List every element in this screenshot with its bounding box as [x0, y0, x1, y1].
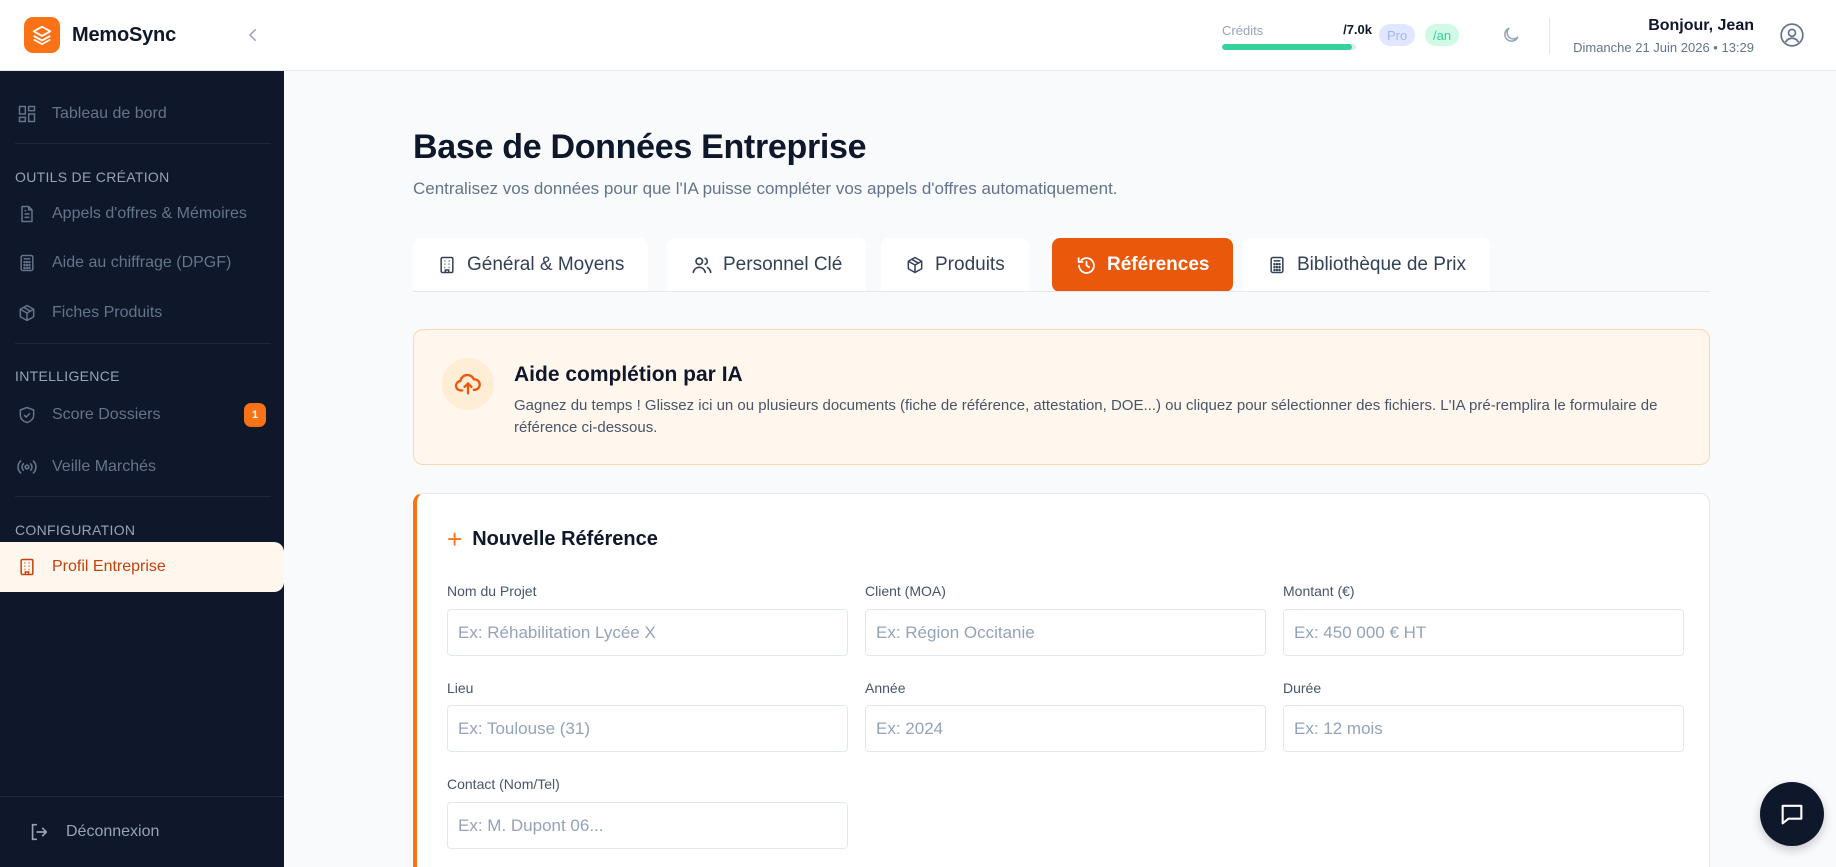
sidebar-item-label: Score Dossiers	[52, 406, 161, 423]
section-label-intelligence: INTELLIGENCE	[15, 368, 120, 384]
sidebar-divider	[15, 496, 271, 497]
contact-input[interactable]	[447, 802, 848, 849]
duration-label: Durée	[1283, 680, 1322, 696]
user-greeting: Bonjour, Jean Dimanche 21 Juin 2026 • 13…	[1573, 17, 1754, 55]
sidebar-divider	[15, 343, 271, 344]
new-reference-form: + Nouvelle Référence Nom du Projet Clien…	[413, 493, 1710, 867]
topbar: Crédits /7.0k Pro /an Bonjour, Jean Dima…	[284, 0, 1836, 71]
box-icon	[16, 302, 38, 324]
tab-label: Personnel Clé	[723, 253, 843, 275]
project-name-label: Nom du Projet	[447, 583, 537, 599]
plus-icon: +	[447, 524, 463, 554]
user-avatar-icon[interactable]	[1778, 21, 1806, 49]
client-label: Client (MOA)	[865, 583, 946, 599]
collapse-sidebar-chevron-left-icon[interactable]	[240, 22, 266, 48]
tab-references[interactable]: Références	[1052, 238, 1234, 292]
brand-header: MemoSync	[0, 0, 284, 71]
amount-input[interactable]	[1283, 609, 1684, 656]
greeting-name: Bonjour, Jean	[1648, 17, 1754, 34]
logout-button[interactable]: Déconnexion	[0, 796, 284, 867]
location-label: Lieu	[447, 680, 474, 696]
shield-check-icon	[16, 404, 38, 426]
duration-input[interactable]	[1283, 705, 1684, 752]
sidebar-item-label: Veille Marchés	[52, 458, 157, 475]
current-date: Dimanche 21 Juin 2026 • 13:29	[1573, 40, 1754, 55]
notification-badge: 1	[244, 403, 266, 427]
tab-produits[interactable]: Produits	[881, 238, 1029, 291]
sidebar-item-label: Appels d'offres & Mémoires	[52, 205, 247, 222]
history-icon	[1076, 255, 1097, 276]
users-icon	[691, 254, 713, 276]
cloud-upload-icon	[442, 358, 494, 410]
credits-meter: Crédits /7.0k	[1222, 22, 1372, 50]
page-subtitle: Centralisez vos données pour que l'IA pu…	[413, 179, 1118, 198]
sidebar-item-score-dossiers[interactable]: Score Dossiers 1	[0, 392, 284, 438]
year-label: Année	[865, 680, 906, 696]
form-header: + Nouvelle Référence	[447, 526, 658, 552]
year-input[interactable]	[865, 705, 1266, 752]
sidebar-item-label: Aide au chiffrage (DPGF)	[52, 254, 232, 271]
tab-label: Bibliothèque de Prix	[1297, 253, 1466, 275]
sidebar-item-label: Profil Entreprise	[52, 558, 166, 575]
sidebar-item-chiffrage[interactable]: Aide au chiffrage (DPGF)	[0, 240, 284, 286]
tab-general-moyens[interactable]: Général & Moyens	[413, 238, 649, 291]
calculator-icon	[1267, 255, 1287, 275]
contact-label: Contact (Nom/Tel)	[447, 776, 560, 792]
tabs-divider	[413, 291, 1710, 292]
sidebar-item-label: Tableau de bord	[52, 105, 167, 122]
sidebar-item-appels-offres[interactable]: Appels d'offres & Mémoires	[0, 191, 284, 237]
ai-help-description: Gagnez du temps ! Glissez ici un ou plus…	[514, 397, 1658, 436]
sidebar-divider	[15, 143, 271, 144]
calculator-icon	[16, 252, 38, 274]
sidebar: MemoSync Tableau de bord OUTILS DE CRÉAT…	[0, 0, 284, 867]
dark-mode-moon-icon[interactable]	[1498, 22, 1524, 48]
logout-label: Déconnexion	[66, 823, 160, 840]
tab-personnel-cle[interactable]: Personnel Clé	[667, 238, 867, 291]
plan-period-badge: /an	[1425, 24, 1460, 46]
memosync-logo-icon[interactable]	[24, 17, 60, 53]
broadcast-icon	[16, 456, 38, 478]
tab-label: Références	[1107, 254, 1210, 275]
credits-progress-track	[1222, 44, 1356, 50]
brand-name[interactable]: MemoSync	[72, 24, 176, 47]
logout-icon	[28, 821, 50, 843]
topbar-separator	[1549, 18, 1550, 54]
credits-progress-fill	[1222, 44, 1352, 50]
tab-label: Général & Moyens	[467, 253, 625, 275]
tab-bibliotheque-prix[interactable]: Bibliothèque de Prix	[1243, 238, 1490, 291]
dashboard-grid-icon	[16, 103, 38, 125]
sidebar-item-label: Fiches Produits	[52, 304, 163, 321]
sidebar-item-profil-entreprise[interactable]: Profil Entreprise	[0, 542, 284, 592]
ai-help-title: Aide complétion par IA	[514, 363, 743, 386]
location-input[interactable]	[447, 705, 848, 752]
tab-label: Produits	[935, 253, 1005, 275]
sidebar-item-fiches-produits[interactable]: Fiches Produits	[0, 290, 284, 336]
client-input[interactable]	[865, 609, 1266, 656]
form-title: Nouvelle Référence	[472, 527, 658, 550]
ai-upload-dropzone[interactable]: Aide complétion par IA Gagnez du temps !…	[413, 329, 1710, 465]
section-label-tools: OUTILS DE CRÉATION	[15, 169, 170, 185]
building-icon	[16, 556, 38, 578]
plan-pro-badge: Pro	[1379, 24, 1416, 46]
building-icon	[437, 255, 457, 275]
amount-label: Montant (€)	[1283, 583, 1355, 599]
chat-bubble-icon[interactable]	[1760, 782, 1824, 846]
document-icon	[16, 203, 38, 225]
credits-label: Crédits	[1222, 23, 1264, 38]
box-icon	[905, 255, 925, 275]
project-name-input[interactable]	[447, 609, 848, 656]
sidebar-item-dashboard[interactable]: Tableau de bord	[0, 91, 284, 137]
sidebar-item-veille-marches[interactable]: Veille Marchés	[0, 444, 284, 490]
section-label-configuration: CONFIGURATION	[15, 522, 136, 538]
credits-value: /7.0k	[1343, 22, 1372, 37]
page-title: Base de Données Entreprise	[413, 128, 867, 166]
